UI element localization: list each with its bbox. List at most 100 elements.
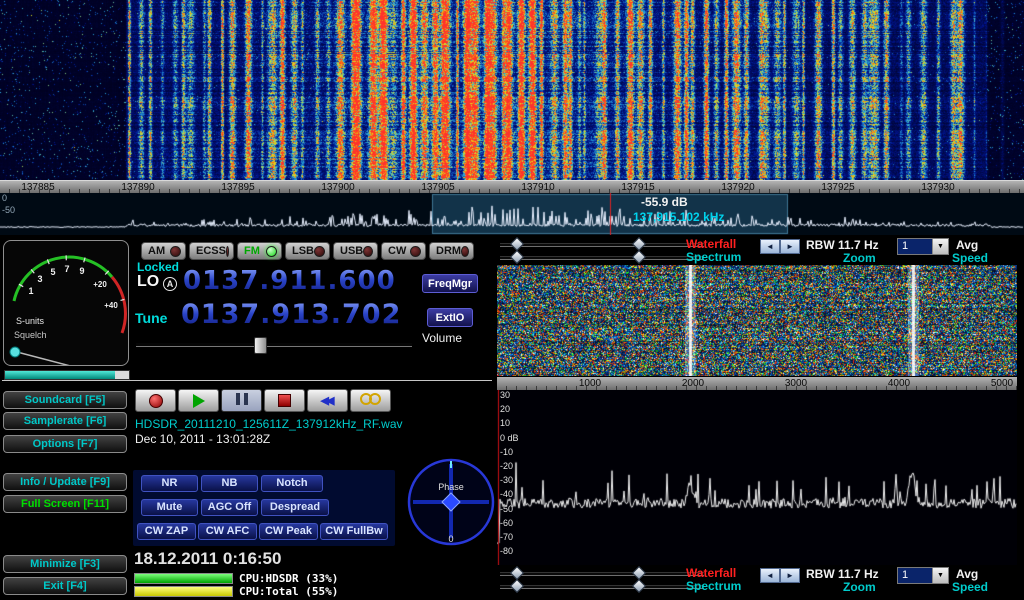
volume-label: Volume <box>422 331 462 345</box>
dsp-button-nb[interactable]: NB <box>201 475 258 492</box>
volume-slider-track <box>136 343 412 347</box>
spectrum-scale-slider[interactable] <box>500 256 704 260</box>
audio-freq-label: 3000 <box>785 378 807 389</box>
volume-slider-handle[interactable] <box>254 337 267 354</box>
loop-ring <box>369 393 381 405</box>
waterfall-label: Waterfall <box>686 237 736 251</box>
playback-play-button[interactable] <box>178 389 219 412</box>
dropdown-arrow-icon[interactable]: ▼ <box>932 239 948 254</box>
volume-slider[interactable] <box>136 337 412 352</box>
avg-dropdown-value-bottom: 1 <box>898 568 932 583</box>
zoom-right-arrow[interactable]: ► <box>780 239 800 254</box>
spectrum-slider-handle-1[interactable] <box>510 250 524 264</box>
spectrum-label-bottom: Spectrum <box>686 579 741 593</box>
zoom-scrollbar[interactable]: ◄ ► <box>760 239 800 254</box>
db-scale-label: -10 <box>500 447 513 457</box>
stop-icon <box>278 394 291 407</box>
sunits-label: S-units <box>16 316 45 326</box>
ruler-freq-label: 137915 <box>621 182 654 193</box>
button-exit-f4[interactable]: Exit [F4] <box>3 577 127 595</box>
dsp-button-cw-zap[interactable]: CW ZAP <box>137 523 196 540</box>
pause-bar <box>236 393 240 405</box>
squelch-knob[interactable] <box>10 347 20 357</box>
dsp-button-cw-afc[interactable]: CW AFC <box>198 523 257 540</box>
button-minimize-f3[interactable]: Minimize [F3] <box>3 555 127 573</box>
loop-icon <box>360 392 381 410</box>
ruler-freq-label: 137900 <box>321 182 354 193</box>
tune-frequency-digits[interactable]: 0137.913.702 <box>181 299 401 330</box>
waterfall-brightness-slider[interactable] <box>500 243 704 247</box>
speed-label: Speed <box>952 251 988 265</box>
playback-pause-button[interactable] <box>221 389 262 412</box>
lo-frequency-digits[interactable]: 0137.911.600 <box>183 266 396 296</box>
db-scale-label: -40 <box>500 489 513 499</box>
smeter-label-7: 7 <box>64 264 69 274</box>
frequency-ruler[interactable]: 1378851378901378951379001379051379101379… <box>0 180 1024 193</box>
smeter-label-3: 3 <box>37 274 42 284</box>
freqmgr-button[interactable]: FreqMgr <box>422 274 478 293</box>
lo-label: LO <box>137 273 159 291</box>
audio-spectrum-display[interactable]: 3020100 dB-10-20-30-40-50-60-70-80 <box>497 390 1017 565</box>
waterfall-brightness-slider-bottom[interactable] <box>500 572 704 576</box>
minispec-scale-top: 0 <box>2 193 7 203</box>
overview-spectrum-canvas[interactable] <box>0 193 1024 235</box>
dsp-button-agc-off[interactable]: AGC Off <box>201 499 258 516</box>
ruler-freq-label: 137930 <box>921 182 954 193</box>
button-full-screen-f11[interactable]: Full Screen [F11] <box>3 495 127 513</box>
phase-value: 0 <box>448 534 453 544</box>
dsp-button-despread[interactable]: Despread <box>261 499 329 516</box>
rbw-readout-bottom: RBW 11.7 Hz <box>806 567 879 581</box>
avg-dropdown-bottom[interactable]: 1 ▼ <box>897 567 949 584</box>
audio-spectrum-canvas[interactable] <box>497 390 1017 565</box>
smeter-label-1: 1 <box>28 286 33 296</box>
db-scale-label: -80 <box>500 546 513 556</box>
channel-a-lock-icon: A <box>163 277 177 291</box>
minispec-scale-bottom: -50 <box>2 205 15 215</box>
dsp-button-mute[interactable]: Mute <box>141 499 198 516</box>
ruler-freq-label: 137895 <box>221 182 254 193</box>
separator-line <box>2 380 492 381</box>
pause-bar <box>244 393 248 405</box>
playback-loop-button[interactable] <box>350 389 391 412</box>
zoom-left-arrow-bottom[interactable]: ◄ <box>760 568 780 583</box>
spectrum-scale-slider-bottom[interactable] <box>500 585 704 589</box>
playback-record-button[interactable] <box>135 389 176 412</box>
dsp-button-cw-fullbw[interactable]: CW FullBw <box>320 523 388 540</box>
signal-level-readout: -55.9 dB <box>641 195 688 209</box>
db-scale-label: 30 <box>500 390 510 400</box>
button-options-f7[interactable]: Options [F7] <box>3 435 127 453</box>
overview-spectrum[interactable]: 0 -50 -55.9 dB 137,915.102 kHz <box>0 193 1024 235</box>
spectrum-slider-handle-2[interactable] <box>632 250 646 264</box>
waterfall-label-bottom: Waterfall <box>686 566 736 580</box>
db-scale-label: -70 <box>500 532 513 542</box>
button-info-update-f9[interactable]: Info / Update [F9] <box>3 473 127 491</box>
dsp-button-cw-peak[interactable]: CW Peak <box>259 523 318 540</box>
ruler-freq-label: 137920 <box>721 182 754 193</box>
dropdown-arrow-icon-bottom[interactable]: ▼ <box>932 568 948 583</box>
squelch-level-bar[interactable] <box>4 370 130 380</box>
db-scale-label: -20 <box>500 461 513 471</box>
audio-frequency-scale[interactable]: 10002000300040005000 <box>497 377 1017 390</box>
phase-indicator: Phase 0 <box>405 452 497 548</box>
spectrum-slider-handle-1-bottom[interactable] <box>510 579 524 593</box>
rbw-readout: RBW 11.7 Hz <box>806 238 879 252</box>
avg-label: Avg <box>956 238 978 252</box>
db-scale-label: 0 dB <box>500 433 519 443</box>
speed-label-bottom: Speed <box>952 580 988 594</box>
dsp-button-notch[interactable]: Notch <box>261 475 323 492</box>
zoom-scrollbar-bottom[interactable]: ◄ ► <box>760 568 800 583</box>
button-soundcard-f5[interactable]: Soundcard [F5] <box>3 391 127 409</box>
main-waterfall-display[interactable] <box>0 0 1024 180</box>
playback-stop-button[interactable] <box>264 389 305 412</box>
playback-rewind-button[interactable]: ◀◀ <box>307 389 348 412</box>
zoom-left-arrow[interactable]: ◄ <box>760 239 780 254</box>
zoom-right-arrow-bottom[interactable]: ► <box>780 568 800 583</box>
extio-button[interactable]: ExtIO <box>427 308 473 327</box>
audio-waterfall-display[interactable] <box>497 265 1017 376</box>
smeter-label-plus40: +40 <box>104 301 118 310</box>
avg-dropdown[interactable]: 1 ▼ <box>897 238 949 255</box>
dsp-button-nr[interactable]: NR <box>141 475 198 492</box>
button-samplerate-f6[interactable]: Samplerate [F6] <box>3 412 127 430</box>
ruler-freq-label: 137890 <box>121 182 154 193</box>
spectrum-slider-handle-2-bottom[interactable] <box>632 579 646 593</box>
